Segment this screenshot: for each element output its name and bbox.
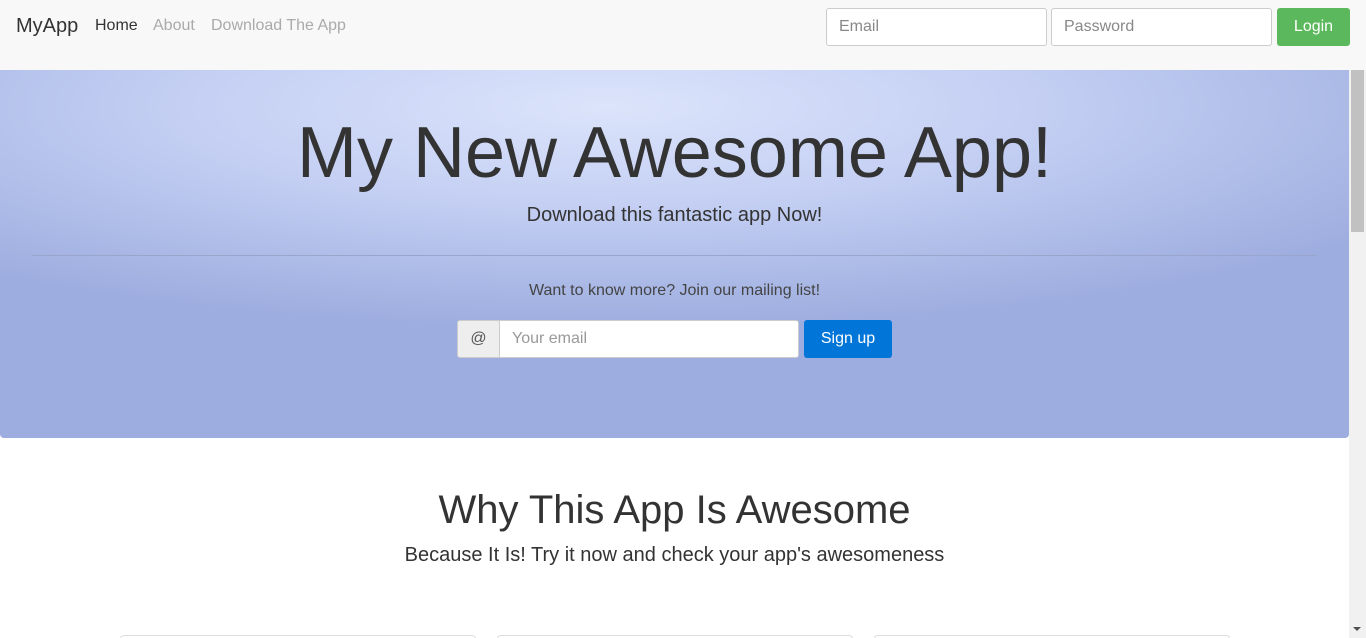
why-section-subtitle: Because It Is! Try it now and check your…: [404, 544, 945, 566]
hero-title: My New Awesome App!: [296, 113, 1052, 193]
hero-jumbotron: My New Awesome App! Download this fantas…: [0, 70, 1349, 438]
vertical-scrollbar[interactable]: [1349, 70, 1366, 638]
scrollbar-thumb[interactable]: [1351, 70, 1364, 232]
at-sign-addon: @: [457, 320, 500, 358]
top-navbar: MyApp Home About Download The App Login: [0, 0, 1366, 70]
mailing-list-text: Want to know more? Join our mailing list…: [528, 282, 821, 299]
mailing-email-input[interactable]: [499, 320, 799, 358]
scroll-down-arrow-icon[interactable]: [1349, 621, 1366, 638]
brand-logo[interactable]: MyApp: [16, 15, 78, 38]
sign-up-button[interactable]: Sign up: [804, 320, 892, 358]
nav-link-download[interactable]: Download The App: [211, 17, 346, 35]
hero-divider: [32, 255, 1317, 256]
hero-subtitle: Download this fantastic app Now!: [526, 204, 823, 226]
login-password-input[interactable]: [1051, 8, 1272, 46]
nav-link-home[interactable]: Home: [95, 17, 138, 35]
why-section-title: Why This App Is Awesome: [438, 488, 911, 532]
login-email-input[interactable]: [826, 8, 1047, 46]
nav-link-about[interactable]: About: [153, 17, 195, 35]
login-button[interactable]: Login: [1277, 8, 1350, 46]
